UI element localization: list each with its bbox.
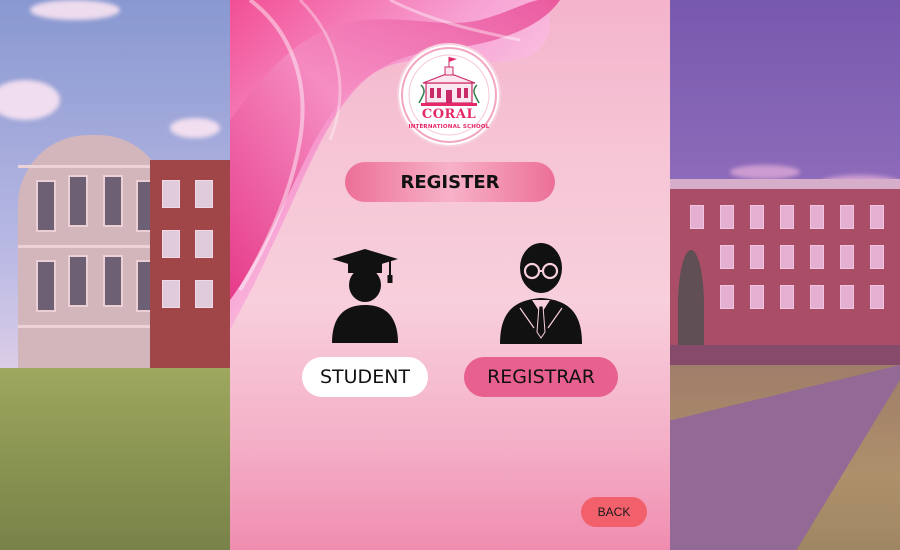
registration-panel: CORAL INTERNATIONAL SCHOOL REGISTER STUD…: [230, 0, 670, 550]
school-name: CORAL: [421, 107, 477, 122]
right-campus-photo: [670, 0, 900, 550]
graduate-cap-icon[interactable]: [330, 245, 400, 345]
student-button[interactable]: STUDENT: [302, 357, 428, 397]
back-button[interactable]: BACK: [581, 497, 647, 527]
registrar-button[interactable]: REGISTRAR: [464, 357, 618, 397]
school-logo: CORAL INTERNATIONAL SCHOOL: [399, 45, 499, 145]
page-title: REGISTER: [345, 162, 555, 202]
left-campus-photo: [0, 0, 230, 550]
elderly-man-glasses-icon[interactable]: [498, 240, 584, 344]
school-subtitle: INTERNATIONAL SCHOOL: [408, 124, 490, 130]
school-building-icon: [401, 47, 497, 143]
